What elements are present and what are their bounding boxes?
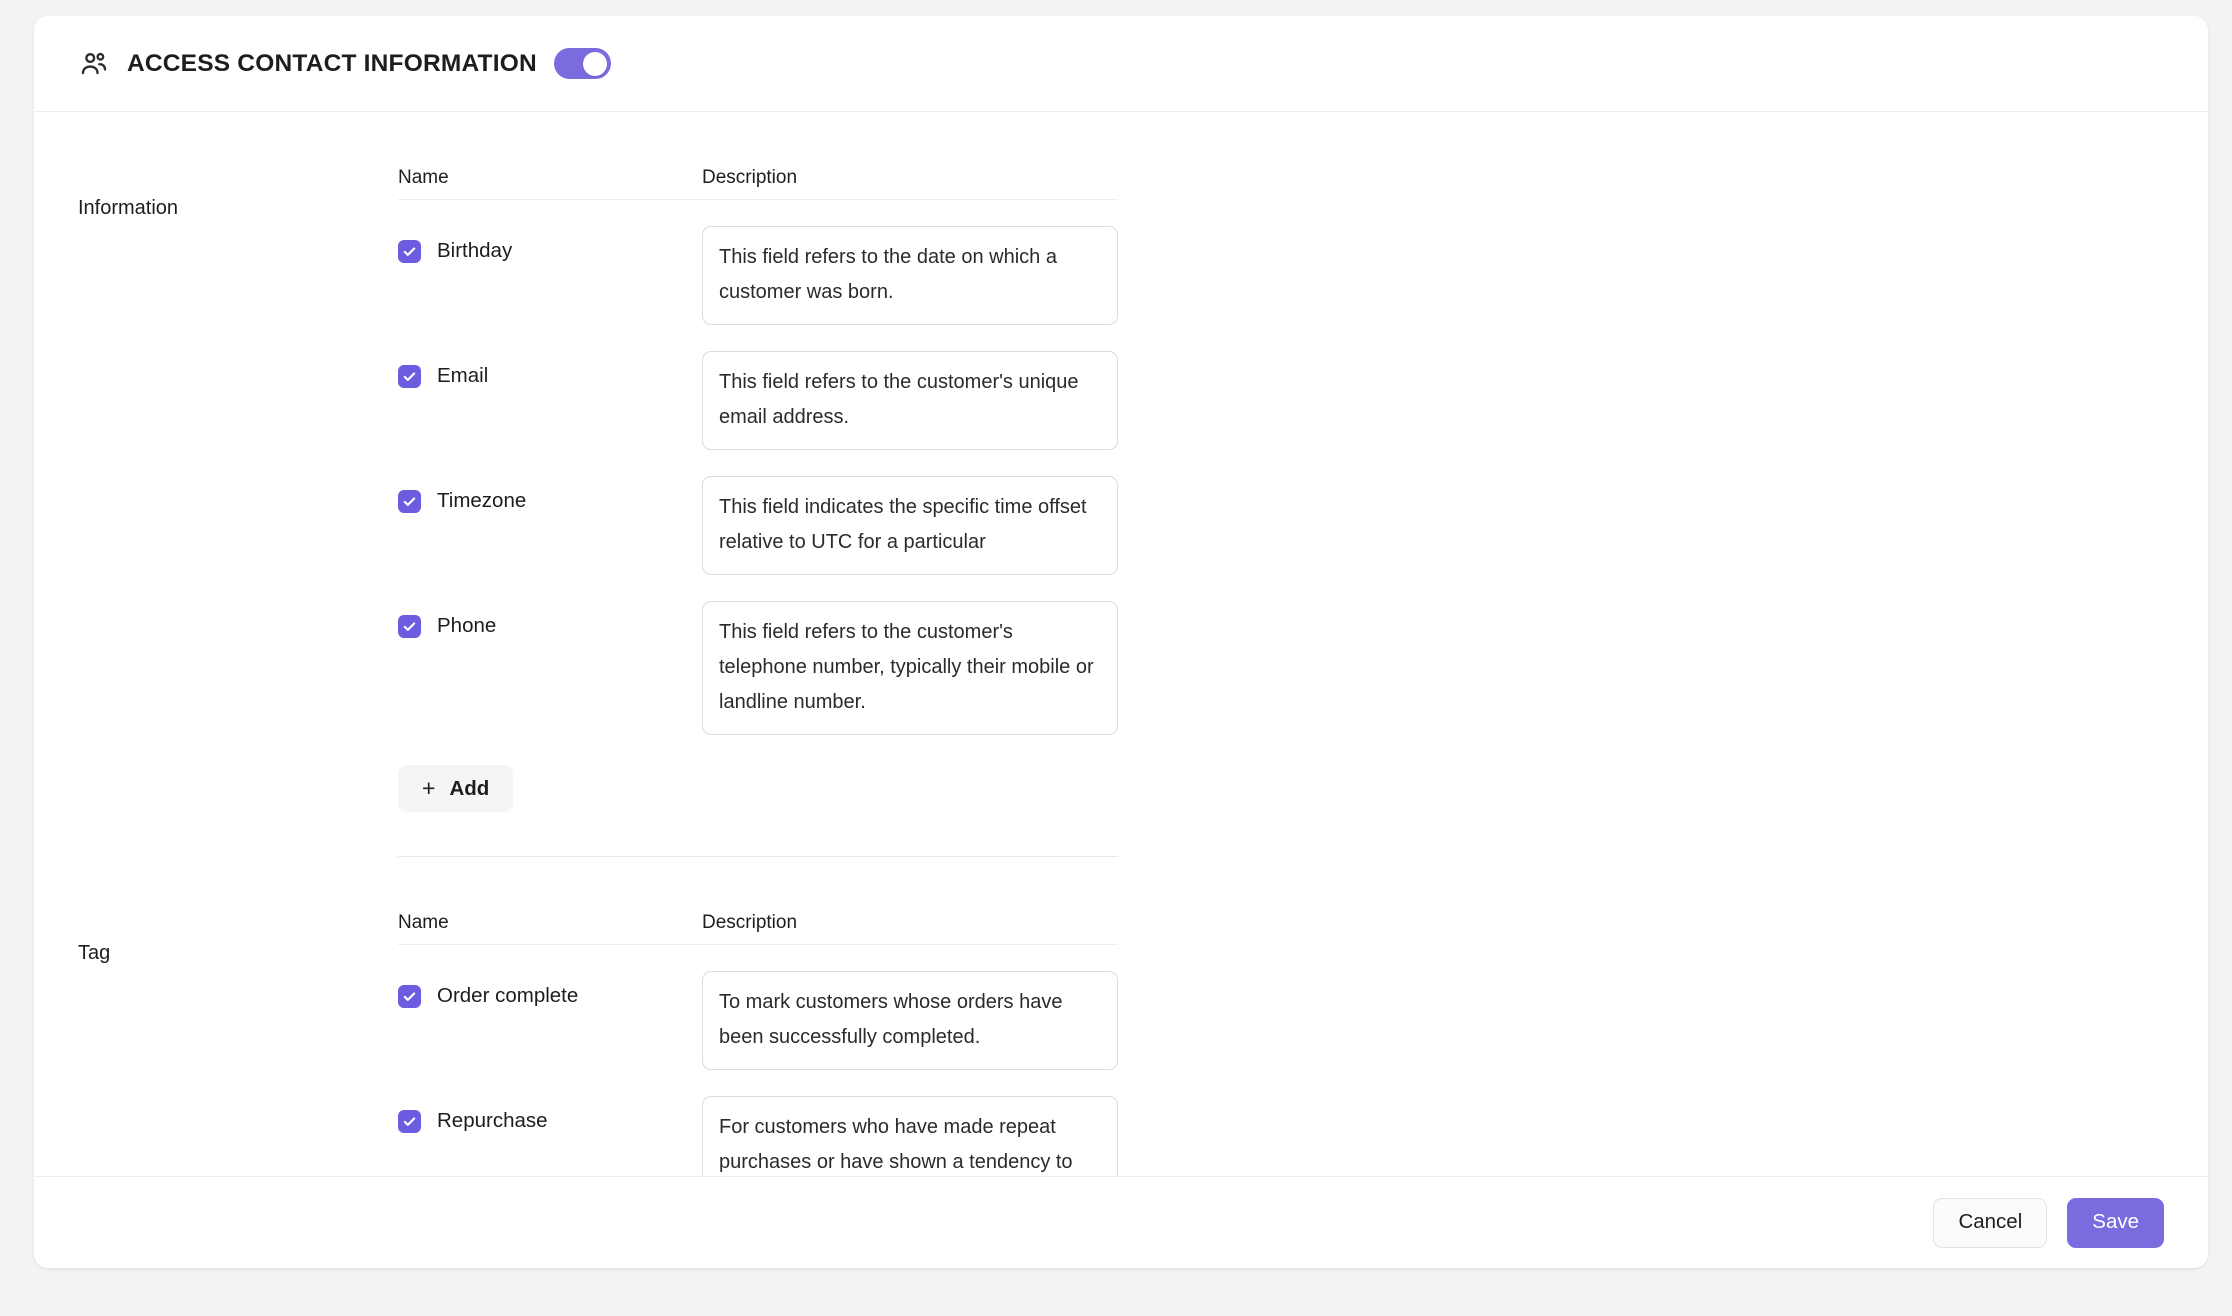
- card-footer: Cancel Save: [34, 1176, 2208, 1268]
- row-label: Email: [437, 364, 489, 387]
- table-row: Repurchase For customers who have made r…: [398, 1070, 1118, 1176]
- row-name-cell: Repurchase: [398, 1096, 702, 1134]
- checkbox-timezone[interactable]: [398, 489, 421, 513]
- save-button[interactable]: Save: [2067, 1197, 2164, 1248]
- table-row: Email This field refers to the customer'…: [398, 325, 1118, 450]
- plus-icon: +: [422, 775, 436, 801]
- checkbox-order-complete[interactable]: [398, 984, 421, 1008]
- description-input-email[interactable]: This field refers to the customer's uniq…: [702, 351, 1118, 450]
- access-toggle[interactable]: [553, 48, 611, 79]
- row-name-cell: Birthday: [398, 226, 702, 264]
- row-name-cell: Email: [398, 351, 702, 389]
- table-header-row: Name Description: [398, 158, 1118, 200]
- toggle-knob: [582, 51, 607, 76]
- row-label: Phone: [437, 614, 497, 637]
- column-header-description: Description: [702, 167, 798, 188]
- card-body-scroll[interactable]: Information Name Description Birthday Th…: [34, 112, 2208, 1176]
- card-header: ACCESS CONTACT INFORMATION: [34, 16, 2208, 112]
- section-label-information: Information: [78, 197, 179, 219]
- row-label: Timezone: [437, 489, 527, 512]
- section-tag: Tag Name Description Order complete To m…: [78, 857, 2164, 1176]
- add-row: + Add: [398, 735, 1118, 812]
- table-row: Birthday This field refers to the date o…: [398, 200, 1118, 325]
- row-name-cell: Phone: [398, 601, 702, 639]
- column-header-name: Name: [398, 167, 449, 188]
- page-title: ACCESS CONTACT INFORMATION: [127, 49, 537, 77]
- checkbox-birthday[interactable]: [398, 239, 421, 263]
- table-row: Timezone This field indicates the specif…: [398, 450, 1118, 575]
- tag-table: Name Description Order complete To mark …: [398, 903, 1118, 1176]
- description-input-birthday[interactable]: This field refers to the date on which a…: [702, 226, 1118, 325]
- description-input-repurchase[interactable]: For customers who have made repeat purch…: [702, 1096, 1118, 1176]
- table-header-row: Name Description: [398, 903, 1118, 945]
- checkbox-repurchase[interactable]: [398, 1109, 421, 1133]
- section-information: Information Name Description Birthday Th…: [78, 112, 2164, 812]
- description-input-timezone[interactable]: This field indicates the specific time o…: [702, 476, 1118, 575]
- information-table: Name Description Birthday This field ref…: [398, 158, 1118, 812]
- column-header-description: Description: [702, 912, 798, 933]
- add-information-button[interactable]: + Add: [398, 765, 514, 812]
- table-row: Order complete To mark customers whose o…: [398, 945, 1118, 1070]
- section-label-tag: Tag: [78, 942, 111, 964]
- description-input-order-complete[interactable]: To mark customers whose orders have been…: [702, 971, 1118, 1070]
- column-header-name: Name: [398, 912, 449, 933]
- description-input-phone[interactable]: This field refers to the customer's tele…: [702, 601, 1118, 735]
- table-row: Phone This field refers to the customer'…: [398, 575, 1118, 735]
- row-name-cell: Timezone: [398, 476, 702, 514]
- row-label: Order complete: [437, 984, 579, 1007]
- add-button-label: Add: [449, 776, 490, 800]
- cancel-button[interactable]: Cancel: [1933, 1197, 2048, 1248]
- row-label: Birthday: [437, 239, 513, 262]
- checkbox-phone[interactable]: [398, 614, 421, 638]
- people-icon: [78, 48, 110, 80]
- row-label: Repurchase: [437, 1109, 548, 1132]
- row-name-cell: Order complete: [398, 971, 702, 1009]
- checkbox-email[interactable]: [398, 364, 421, 388]
- page-background: ACCESS CONTACT INFORMATION Information N…: [0, 0, 2232, 1316]
- settings-card: ACCESS CONTACT INFORMATION Information N…: [34, 16, 2208, 1268]
